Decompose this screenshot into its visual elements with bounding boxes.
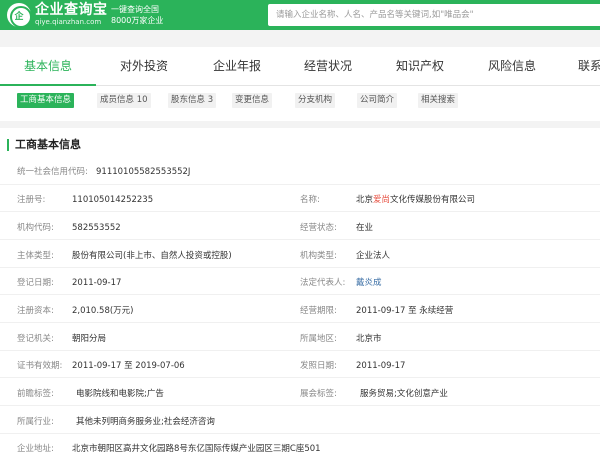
logo-icon[interactable]: 企 xyxy=(7,3,32,28)
brand-url: qiye.qianzhan.com xyxy=(35,18,102,26)
authority-label: 登记机关: xyxy=(17,334,54,344)
tab-contact[interactable]: 联系 xyxy=(578,47,600,86)
card-title: 工商基本信息 xyxy=(7,139,81,151)
tab-operation[interactable]: 经营状况 xyxy=(282,47,374,86)
divider xyxy=(0,322,600,323)
org-type-value: 企业法人 xyxy=(356,251,391,261)
divider xyxy=(0,184,600,185)
org-code-value: 582553552 xyxy=(72,223,121,233)
slogan: 一键查询全国 8000万家企业 xyxy=(111,4,171,26)
capital-value: 2,010.58(万元) xyxy=(72,306,134,316)
slogan-line-1: 一键查询全国 xyxy=(111,5,159,14)
legal-rep-link[interactable]: 戴炎成 xyxy=(356,277,382,289)
credit-code-value: 91110105582553552J xyxy=(96,167,191,177)
divider xyxy=(0,267,600,268)
term-value: 2011-09-17 至 永续经营 xyxy=(356,306,454,316)
issue-date-value: 2011-09-17 xyxy=(356,361,406,371)
divider xyxy=(0,294,600,295)
org-type-label: 机构类型: xyxy=(300,251,337,261)
company-name-highlight: 爱尚 xyxy=(373,195,391,205)
company-name-pre: 北京 xyxy=(356,195,374,205)
address-value: 北京市朝阳区高井文化园路8号东亿国际传媒产业园区三期C座501 xyxy=(72,444,321,454)
subtab-profile[interactable]: 公司简介 xyxy=(357,93,398,108)
company-name-value: 北京爱尚文化传媒股份有限公司 xyxy=(356,194,475,206)
industry-value: 其他未列明商务服务业;社会经济咨询 xyxy=(76,417,215,427)
cert-validity-label: 证书有效期: xyxy=(17,361,63,371)
divider xyxy=(0,433,600,434)
brand[interactable]: 企业查询宝 qiye.qianzhan.com xyxy=(35,3,108,27)
authority-value: 朝阳分局 xyxy=(72,334,107,344)
divider xyxy=(0,211,600,212)
org-code-label: 机构代码: xyxy=(17,223,54,233)
company-type-label: 主体类型: xyxy=(17,251,54,261)
subtab-business-info[interactable]: 工商基本信息 xyxy=(17,93,75,108)
company-type-value: 股份有限公司(非上市、自然人投资或控股) xyxy=(72,251,232,261)
tab-risk[interactable]: 风险信息 xyxy=(466,47,558,86)
search-input[interactable]: 请输入企业名称、人名、产品名等关键词,如"唯品会" xyxy=(268,4,600,26)
exhibit-tags-label: 展会标签: xyxy=(300,389,337,399)
front-tags-value: 电影院线和电影院;广告 xyxy=(76,389,164,399)
credit-code-label: 统一社会信用代码: xyxy=(17,167,88,177)
tab-basic-info[interactable]: 基本信息 xyxy=(0,47,96,86)
business-info-card: 工商基本信息 统一社会信用代码: 91110105582553552J 注册号:… xyxy=(0,128,600,463)
tab-annual-report[interactable]: 企业年报 xyxy=(192,47,282,86)
divider xyxy=(0,405,600,406)
cert-validity-value: 2011-09-17 至 2019-07-06 xyxy=(72,361,185,371)
divider xyxy=(0,239,600,240)
legal-rep-label: 法定代表人: xyxy=(300,278,346,288)
reg-date-label: 登记日期: xyxy=(17,278,54,288)
subtab-branches[interactable]: 分支机构 xyxy=(295,93,336,108)
subtab-members[interactable]: 成员信息 10 xyxy=(97,93,151,108)
company-name-label: 名称: xyxy=(300,195,320,205)
subtab-shareholders[interactable]: 股东信息 3 xyxy=(168,93,217,108)
reg-no-value: 110105014252235 xyxy=(72,195,154,205)
exhibit-tags-value: 服务贸易;文化创意产业 xyxy=(360,389,448,399)
brand-name: 企业查询宝 xyxy=(35,2,108,18)
subtab-related[interactable]: 相关搜索 xyxy=(418,93,459,108)
reg-date-value: 2011-09-17 xyxy=(72,278,122,288)
capital-label: 注册资本: xyxy=(17,306,54,316)
divider xyxy=(0,377,600,378)
status-value: 在业 xyxy=(356,223,374,233)
company-name-post: 文化传媒股份有限公司 xyxy=(390,195,476,205)
slogan-line-2: 8000万家企业 xyxy=(111,16,164,25)
divider xyxy=(0,350,600,351)
term-label: 经营期限: xyxy=(300,306,337,316)
region-label: 所属地区: xyxy=(300,334,337,344)
tab-ip[interactable]: 知识产权 xyxy=(374,47,466,86)
sub-tabs: 工商基本信息 成员信息 10 股东信息 3 变更信息 分支机构 公司简介 相关搜… xyxy=(0,86,600,121)
industry-label: 所属行业: xyxy=(17,417,54,427)
top-header: 企 企业查询宝 qiye.qianzhan.com 一键查询全国 8000万家企… xyxy=(0,0,600,30)
issue-date-label: 发照日期: xyxy=(300,361,337,371)
main-tabs: 基本信息 对外投资 企业年报 经营状况 知识产权 风险信息 联系 xyxy=(0,47,600,86)
tab-investment[interactable]: 对外投资 xyxy=(96,47,192,86)
address-label: 企业地址: xyxy=(17,444,54,454)
region-value: 北京市 xyxy=(356,334,382,344)
subtab-changes[interactable]: 变更信息 xyxy=(232,93,273,108)
front-tags-label: 前瞻标签: xyxy=(17,389,54,399)
status-label: 经营状态: xyxy=(300,223,337,233)
reg-no-label: 注册号: xyxy=(17,195,46,205)
